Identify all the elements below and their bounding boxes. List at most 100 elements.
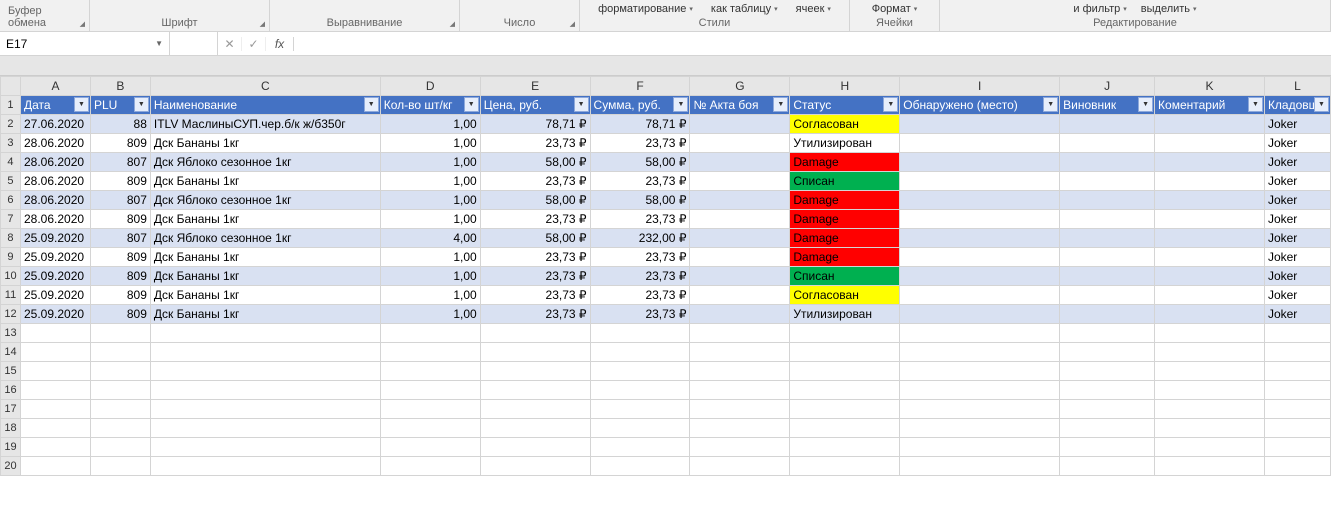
cell[interactable] (90, 438, 150, 457)
cell[interactable] (380, 400, 480, 419)
cell[interactable] (20, 419, 90, 438)
cell[interactable] (790, 324, 900, 343)
cell[interactable] (590, 419, 690, 438)
cell[interactable]: Joker (1264, 267, 1330, 286)
cell[interactable] (1060, 419, 1155, 438)
cell[interactable] (380, 362, 480, 381)
cell[interactable] (20, 457, 90, 476)
cell[interactable] (790, 457, 900, 476)
filter-button[interactable]: ▼ (883, 97, 898, 112)
cell[interactable] (1155, 381, 1265, 400)
cell[interactable]: Дск Бананы 1кг (150, 172, 380, 191)
cell[interactable] (690, 172, 790, 191)
cell[interactable]: 23,73 ₽ (590, 305, 690, 324)
row-header[interactable]: 9 (1, 248, 21, 267)
cell[interactable] (1155, 343, 1265, 362)
cell[interactable] (790, 362, 900, 381)
cell[interactable] (590, 343, 690, 362)
cell[interactable] (790, 343, 900, 362)
cell[interactable] (20, 381, 90, 400)
filter-button[interactable]: ▼ (773, 97, 788, 112)
cell[interactable] (790, 438, 900, 457)
cell[interactable]: 1,00 (380, 248, 480, 267)
cell[interactable] (900, 210, 1060, 229)
cell[interactable] (590, 457, 690, 476)
cell[interactable]: 809 (90, 286, 150, 305)
table-header-cell[interactable]: Статус▼ (790, 96, 900, 115)
cell[interactable] (690, 400, 790, 419)
cell[interactable]: Joker (1264, 153, 1330, 172)
cell[interactable]: Damage (790, 191, 900, 210)
dialog-launcher-icon[interactable]: ◢ (570, 20, 575, 28)
cell[interactable] (1060, 248, 1155, 267)
cell[interactable] (690, 115, 790, 134)
cell[interactable] (1155, 419, 1265, 438)
cell[interactable]: 58,00 ₽ (590, 191, 690, 210)
cell[interactable] (900, 324, 1060, 343)
cell[interactable]: Damage (790, 153, 900, 172)
cell[interactable]: Joker (1264, 305, 1330, 324)
cell[interactable]: Дск Бананы 1кг (150, 267, 380, 286)
cell[interactable] (690, 153, 790, 172)
cell[interactable] (690, 267, 790, 286)
table-header-cell[interactable]: № Акта боя▼ (690, 96, 790, 115)
filter-button[interactable]: ▼ (1314, 97, 1329, 112)
cell[interactable]: 23,73 ₽ (480, 286, 590, 305)
formula-input[interactable] (294, 32, 1331, 55)
cell[interactable] (690, 191, 790, 210)
cell[interactable]: 1,00 (380, 134, 480, 153)
ribbon-group-alignment[interactable]: Выравнивание ◢ (270, 0, 460, 31)
cell[interactable]: 807 (90, 153, 150, 172)
column-header[interactable]: D (380, 77, 480, 96)
cell[interactable]: 25.09.2020 (20, 286, 90, 305)
cell[interactable] (1155, 172, 1265, 191)
cell[interactable]: 28.06.2020 (20, 210, 90, 229)
row-header[interactable]: 11 (1, 286, 21, 305)
cell[interactable]: Утилизирован (790, 134, 900, 153)
cell[interactable] (1060, 286, 1155, 305)
cell[interactable] (1264, 324, 1330, 343)
cell[interactable] (90, 324, 150, 343)
row-header[interactable]: 6 (1, 191, 21, 210)
cell[interactable]: 88 (90, 115, 150, 134)
cell[interactable]: 28.06.2020 (20, 172, 90, 191)
cell[interactable] (900, 172, 1060, 191)
ribbon-btn-sort-filter[interactable]: и фильтр▾ (1073, 3, 1126, 15)
cell[interactable] (380, 381, 480, 400)
cell[interactable]: 23,73 ₽ (590, 172, 690, 191)
cell[interactable] (590, 381, 690, 400)
cell[interactable] (380, 438, 480, 457)
cell[interactable] (900, 248, 1060, 267)
cell[interactable]: 1,00 (380, 286, 480, 305)
cell[interactable]: 28.06.2020 (20, 134, 90, 153)
cell[interactable]: 4,00 (380, 229, 480, 248)
cell[interactable]: Дск Бананы 1кг (150, 286, 380, 305)
cell[interactable] (900, 305, 1060, 324)
row-header[interactable]: 1 (1, 96, 21, 115)
row-header[interactable]: 20 (1, 457, 21, 476)
cell[interactable] (900, 343, 1060, 362)
cell[interactable] (90, 381, 150, 400)
cell[interactable] (1060, 457, 1155, 476)
cell[interactable] (1264, 438, 1330, 457)
cell[interactable]: 23,73 ₽ (480, 210, 590, 229)
table-header-cell[interactable]: Наименование▼ (150, 96, 380, 115)
cell[interactable] (150, 438, 380, 457)
cell[interactable]: 1,00 (380, 191, 480, 210)
cell[interactable]: Joker (1264, 229, 1330, 248)
cell[interactable] (150, 400, 380, 419)
ribbon-group-font[interactable]: Шрифт ◢ (90, 0, 270, 31)
filter-button[interactable]: ▼ (1248, 97, 1263, 112)
cell[interactable] (1060, 362, 1155, 381)
cell[interactable] (380, 343, 480, 362)
cell[interactable]: Joker (1264, 248, 1330, 267)
cell[interactable] (1155, 210, 1265, 229)
cell[interactable] (480, 419, 590, 438)
ribbon-btn-cond-format[interactable]: форматирование▾ (598, 3, 693, 15)
cell[interactable] (20, 362, 90, 381)
cancel-formula-button[interactable]: ✕ (218, 37, 242, 51)
filter-button[interactable]: ▼ (74, 97, 89, 112)
row-header[interactable]: 12 (1, 305, 21, 324)
ribbon-group-clipboard[interactable]: Буфер обмена ◢ (0, 0, 90, 31)
cell[interactable] (690, 457, 790, 476)
